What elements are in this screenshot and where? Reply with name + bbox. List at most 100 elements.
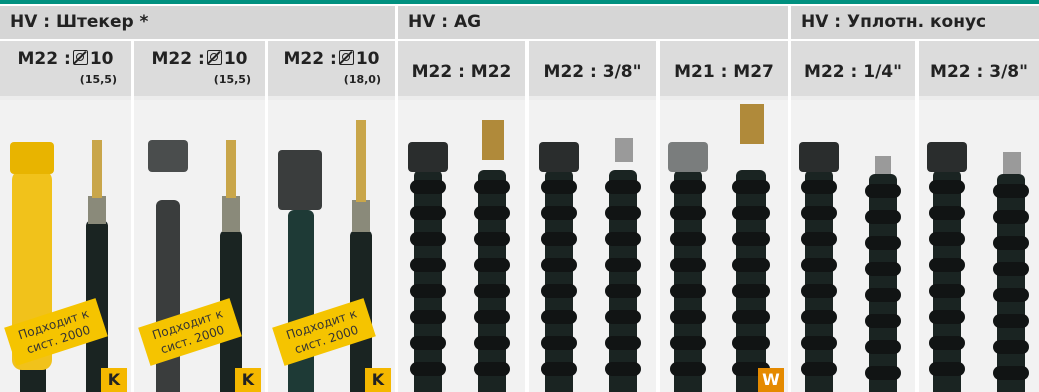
braided-hose (288, 210, 314, 392)
sleeve-ridge (801, 258, 837, 272)
product-column-8[interactable]: M22 : 3/8" (919, 41, 1039, 392)
coupling (222, 196, 240, 232)
badge-k: K (101, 368, 127, 392)
column-label: M22 : 3/8" (529, 41, 656, 96)
sleeve-ridge (541, 258, 577, 272)
product-column-4[interactable]: M22 : M22 (398, 41, 525, 392)
product-column-5[interactable]: M22 : 3/8" (529, 41, 656, 392)
sleeve-ridge (474, 336, 510, 350)
diameter-icon (206, 50, 222, 65)
sleeve-ridge (541, 362, 577, 376)
sleeve-ridge (732, 206, 770, 220)
sleeve-ridge (801, 284, 837, 298)
badge-k: K (235, 368, 261, 392)
hose-right (732, 170, 770, 392)
product-column-1[interactable]: M22 :10 (15,5) Подходит к сист. 2000 K (0, 41, 131, 392)
sleeve-ridge (541, 310, 577, 324)
product-column-7[interactable]: M22 : 1/4" (791, 41, 915, 392)
nut (148, 140, 188, 172)
plug-pin (356, 120, 366, 202)
sleeve-ridge (541, 180, 577, 194)
column-label: M22 : M22 (398, 41, 525, 96)
sleeve-ridge (801, 206, 837, 220)
sleeve-ridge (801, 180, 837, 194)
coupling (352, 200, 370, 232)
sleeve-ridge (670, 258, 706, 272)
hose-left (541, 170, 577, 392)
group-header-ag: HV : AG (398, 6, 788, 39)
sleeve-ridge (605, 180, 641, 194)
column-label: M22 :10 (18,0) (268, 41, 395, 96)
nut (278, 150, 322, 210)
column-label: M22 : 1/4" (791, 41, 915, 96)
hose-left (410, 170, 446, 392)
fitting-brass (482, 120, 504, 160)
sleeve-ridge (605, 206, 641, 220)
sleeve-ridge (865, 210, 901, 224)
sleeve-ridge (732, 232, 770, 246)
hose-right (605, 170, 641, 392)
product-column-2[interactable]: M22 :10 (15,5) Подходит к сист. 2000 K (134, 41, 265, 392)
sleeve-ridge (670, 336, 706, 350)
fitting-steel (875, 156, 891, 174)
sleeve-ridge (865, 314, 901, 328)
product-photo (529, 100, 656, 392)
sleeve-ridge (670, 310, 706, 324)
fitting-brass (740, 104, 764, 144)
sleeve-ridge (801, 336, 837, 350)
spiral-hose (156, 200, 180, 392)
group-header-cone: HV : Уплотн. конус (791, 6, 1039, 39)
sleeve-ridge (605, 258, 641, 272)
sleeve-ridge (865, 288, 901, 302)
sleeve-ridge (865, 340, 901, 354)
sleeve-ridge (929, 206, 965, 220)
hose-right (865, 174, 901, 392)
column-label: M22 :10 (15,5) (134, 41, 265, 96)
product-photo: Подходит к сист. 2000 K (134, 100, 265, 392)
sleeve-ridge (670, 284, 706, 298)
sleeve-ridge (605, 310, 641, 324)
group-header-plug: HV : Штекер * (0, 6, 395, 39)
sleeve-ridge (410, 336, 446, 350)
product-column-6[interactable]: M21 : M27 W (660, 41, 788, 392)
sleeve-ridge (410, 180, 446, 194)
sleeve-ridge (865, 262, 901, 276)
sleeve-ridge (929, 284, 965, 298)
sleeve-ridge (670, 232, 706, 246)
sleeve-ridge (801, 362, 837, 376)
sleeve-ridge (993, 288, 1029, 302)
sleeve-ridge (410, 362, 446, 376)
hose-right (993, 174, 1029, 392)
sleeve-ridge (474, 284, 510, 298)
coupling (88, 196, 106, 224)
sleeve-ridge (929, 310, 965, 324)
sleeve-ridge (541, 232, 577, 246)
sleeve-ridge (670, 180, 706, 194)
product-photo (791, 100, 915, 392)
nut (539, 142, 579, 172)
product-column-3[interactable]: M22 :10 (18,0) Подходит к сист. 2000 K (268, 41, 395, 392)
sleeve-ridge (801, 310, 837, 324)
column-label: M21 : M27 (660, 41, 788, 96)
sleeve-ridge (993, 314, 1029, 328)
nut-grey (668, 142, 708, 172)
sleeve-ridge (541, 336, 577, 350)
product-photo (398, 100, 525, 392)
yellow-nut (10, 142, 54, 174)
sleeve-ridge (410, 284, 446, 298)
sleeve-ridge (474, 258, 510, 272)
sleeve-ridge (605, 362, 641, 376)
sleeve-ridge (474, 206, 510, 220)
product-photo: W (660, 100, 788, 392)
sleeve-ridge (410, 206, 446, 220)
column-label: M22 : 3/8" (919, 41, 1039, 96)
sleeve-ridge (732, 284, 770, 298)
plug-pin (226, 140, 236, 198)
sleeve-ridge (929, 336, 965, 350)
badge-k: K (365, 368, 391, 392)
sleeve-ridge (410, 258, 446, 272)
top-accent-line (0, 0, 1039, 4)
hose-right (474, 170, 510, 392)
sleeve-ridge (732, 258, 770, 272)
sleeve-ridge (541, 206, 577, 220)
